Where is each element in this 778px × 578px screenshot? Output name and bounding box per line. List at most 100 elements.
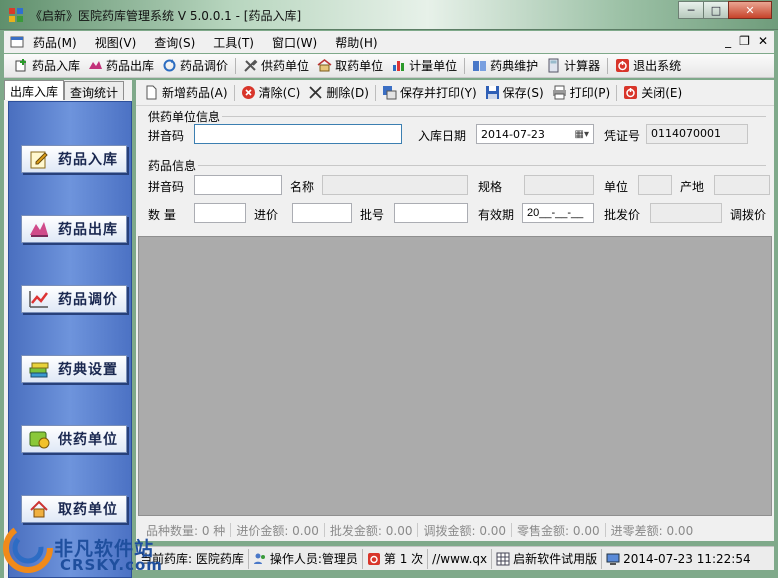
save-button[interactable]: 保存(S) <box>481 84 548 101</box>
wholesale-price-field <box>650 203 722 223</box>
toolbar-label: 药典维护 <box>490 59 539 73</box>
button-label: 清除(C) <box>258 86 301 100</box>
purchase-price-label: 进价 <box>254 208 279 222</box>
stock-in-date-picker[interactable]: 2014-07-23 ▦▾ <box>476 124 594 144</box>
summary-transfer-amount: 调拨金额: 0.00 <box>423 523 507 538</box>
nav-drug-out-button[interactable]: 药品出库 <box>21 215 127 243</box>
delete-icon <box>308 85 323 100</box>
transfer-price-label: 调拨价 <box>730 208 767 222</box>
status-count: 第 1 次 <box>363 548 429 569</box>
calendar-dropdown-icon[interactable]: ▦▾ <box>575 129 589 140</box>
status-count-text: 第 1 次 <box>383 552 424 566</box>
toolbar-exit[interactable]: 退出系统 <box>611 56 685 76</box>
drug-out-icon <box>88 58 103 73</box>
quantity-label: 数 量 <box>148 208 176 222</box>
quantity-input[interactable] <box>194 203 246 223</box>
toolbar-separator <box>464 57 466 74</box>
nav-price-adjust-button[interactable]: 药品调价 <box>21 285 127 313</box>
notepad-icon <box>28 148 50 170</box>
toolbar-label: 退出系统 <box>633 59 682 73</box>
tab-stock-in-out[interactable]: 出库入库 <box>4 80 65 100</box>
button-label: 保存(S) <box>502 86 544 100</box>
status-operator-text: 操作人员:管理员 <box>269 552 358 566</box>
drug-origin-label: 产地 <box>680 180 705 194</box>
save-print-icon <box>382 85 397 100</box>
grid-icon <box>496 552 510 566</box>
new-drug-button[interactable]: 新增药品(A) <box>140 84 232 101</box>
status-datetime: 2014-07-23 11:22:54 <box>602 549 754 569</box>
print-button[interactable]: 打印(P) <box>548 84 615 101</box>
maximize-button[interactable]: □ <box>703 1 729 19</box>
drug-unit-field <box>638 175 672 195</box>
minimize-button[interactable]: ─ <box>678 1 704 19</box>
mdi-minimize-button[interactable]: _ <box>725 34 731 48</box>
menu-query[interactable]: 查询(S) <box>145 32 204 52</box>
toolbar-separator <box>233 84 235 101</box>
toolbar-pharmacopoeia[interactable]: 药典维护 <box>468 56 542 76</box>
drug-name-label: 名称 <box>290 180 315 194</box>
main-toolbar: 药品入库 药品出库 药品调价 供药单位 取药单位 计量单位 药典维护 计算器 退… <box>4 54 774 78</box>
delete-button[interactable]: 删除(D) <box>304 84 373 101</box>
toolbar-label: 计量单位 <box>409 59 458 73</box>
status-version: 启新软件试用版 <box>492 548 603 569</box>
status-operator: 操作人员:管理员 <box>249 548 363 569</box>
drug-section-title: 药品信息 <box>148 159 197 173</box>
menu-help[interactable]: 帮助(H) <box>326 32 386 52</box>
status-version-text: 启新软件试用版 <box>513 552 598 566</box>
save-icon <box>485 85 500 100</box>
stock-in-date-value: 2014-07-23 <box>481 127 545 141</box>
nav-label: 药品调价 <box>58 292 118 308</box>
nav-supplier-button[interactable]: 供药单位 <box>21 425 127 453</box>
summary-separator <box>511 523 513 537</box>
status-url: //www.qx <box>428 548 493 569</box>
mdi-restore-button[interactable]: ❐ <box>739 34 750 48</box>
toolbar-receiver[interactable]: 取药单位 <box>313 56 387 76</box>
menubar: 药品(M) 视图(V) 查询(S) 工具(T) 窗口(W) 帮助(H) _ ❐ … <box>4 31 774 53</box>
toolbar-calculator[interactable]: 计算器 <box>542 56 604 76</box>
batch-input[interactable] <box>394 203 468 223</box>
nav-label: 药品入库 <box>58 152 118 168</box>
toolbar-label: 药品出库 <box>106 59 155 73</box>
window-title-bar[interactable]: 《启新》医院药库管理系统 V 5.0.0.1 - [药品入库] ─ □ ✕ <box>0 0 778 30</box>
drug-origin-field <box>714 175 770 195</box>
menu-tools[interactable]: 工具(T) <box>204 32 263 52</box>
save-and-print-button[interactable]: 保存并打印(Y) <box>378 84 481 101</box>
clear-button[interactable]: 清除(C) <box>237 84 305 101</box>
summary-separator <box>417 523 419 537</box>
close-form-button[interactable]: 关闭(E) <box>619 84 686 101</box>
expiry-input[interactable] <box>522 203 594 223</box>
toolbar-drug-in[interactable]: 药品入库 <box>10 56 84 76</box>
drug-pinyin-input[interactable] <box>194 175 282 195</box>
toolbar-price-adjust[interactable]: 药品调价 <box>158 56 232 76</box>
drug-items-grid[interactable] <box>138 236 772 516</box>
summary-retail-amount: 零售金额: 0.00 <box>517 523 600 538</box>
toolbar-drug-out[interactable]: 药品出库 <box>84 56 158 76</box>
form-toolbar: 新增药品(A) 清除(C) 删除(D) 保存并打印(Y) 保存(S) 打印(P)… <box>136 80 774 106</box>
window-title: 《启新》医院药库管理系统 V 5.0.0.1 - [药品入库] <box>30 9 302 23</box>
expiry-label: 有效期 <box>478 208 515 222</box>
toolbar-units[interactable]: 计量单位 <box>387 56 461 76</box>
nav-pharmacopoeia-button[interactable]: 药典设置 <box>21 355 127 383</box>
toolbar-separator <box>374 84 376 101</box>
mdi-close-button[interactable]: ✕ <box>758 34 768 48</box>
voucher-label: 凭证号 <box>604 129 641 143</box>
button-label: 保存并打印(Y) <box>399 86 477 100</box>
close-window-button[interactable]: ✕ <box>728 1 772 19</box>
tools-icon <box>243 58 258 73</box>
toolbar-label: 计算器 <box>564 59 601 73</box>
purchase-price-input[interactable] <box>292 203 352 223</box>
app-icon <box>9 8 23 22</box>
mdi-child-icon <box>10 36 24 48</box>
menu-window[interactable]: 窗口(W) <box>263 32 326 52</box>
toolbar-supplier[interactable]: 供药单位 <box>239 56 313 76</box>
nav-label: 供药单位 <box>58 432 118 448</box>
tab-query-stats[interactable]: 查询统计 <box>64 81 125 100</box>
toolbar-label: 供药单位 <box>261 59 310 73</box>
status-bar: 当前药库: 医院药库 操作人员:管理员 第 1 次 //www.qx 启新软件试… <box>136 546 774 570</box>
supplier-pinyin-input[interactable] <box>194 124 402 144</box>
summary-purchase-amount: 进价金额: 0.00 <box>236 523 319 538</box>
menu-drug[interactable]: 药品(M) <box>24 32 86 52</box>
drug-in-icon <box>14 58 29 73</box>
nav-drug-in-button[interactable]: 药品入库 <box>21 145 127 173</box>
menu-view[interactable]: 视图(V) <box>86 32 146 52</box>
